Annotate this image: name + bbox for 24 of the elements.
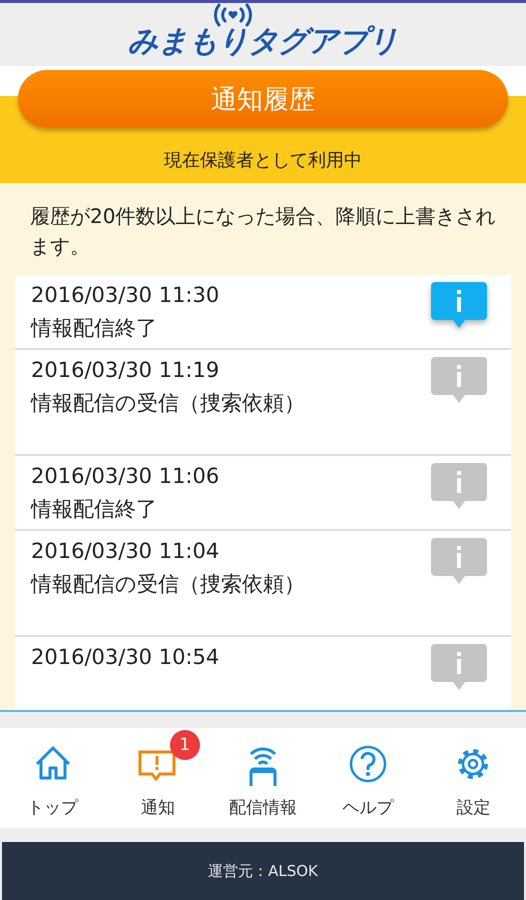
history-item[interactable]: 2016/03/30 11:06 情報配信終了 (15, 456, 511, 529)
tab-button[interactable]: ヘルプ (316, 728, 421, 828)
history-message: 情報配信の受信（捜索依頼） (31, 390, 305, 417)
app-logo: みまもりタグアプリ (128, 23, 398, 61)
user-status: 現在保護者として利用中 (163, 149, 363, 172)
date-time: 2016/03/30 10:54 (31, 644, 220, 671)
history-note: 履歴が20件数以上になった場合、降順に上書きされます。 (29, 203, 496, 260)
history-item[interactable]: 2016/03/30 11:19 情報配信の受信（捜索依頼） (15, 350, 511, 454)
tab-button[interactable]: 設定 (420, 728, 526, 828)
history-item[interactable]: 2016/03/30 11:30 情報配信終了 (15, 275, 511, 348)
history-message: 情報配信終了 (31, 315, 158, 342)
date-time: 2016/03/30 11:04 (31, 538, 220, 565)
operator-text: 運営元：ALSOK (208, 862, 318, 880)
date-time: 2016/03/30 11:19 (31, 357, 220, 384)
date-time: 2016/03/30 11:06 (31, 463, 220, 490)
history-message: 情報配信の受信（捜索依頼） (31, 571, 305, 598)
history-item[interactable]: 2016/03/30 10:54 (15, 637, 511, 710)
date-time: 2016/03/30 11:30 (31, 282, 220, 309)
tab-button[interactable]: 通知 1 (105, 728, 210, 828)
history-message: 情報配信終了 (31, 496, 158, 523)
count-badge: 1 (170, 730, 200, 760)
tab-button[interactable]: 配信情報 (210, 728, 316, 828)
tab-button[interactable]: トップ (0, 728, 106, 828)
history-item[interactable]: 2016/03/30 11:04 情報配信の受信（捜索依頼） (15, 531, 511, 635)
